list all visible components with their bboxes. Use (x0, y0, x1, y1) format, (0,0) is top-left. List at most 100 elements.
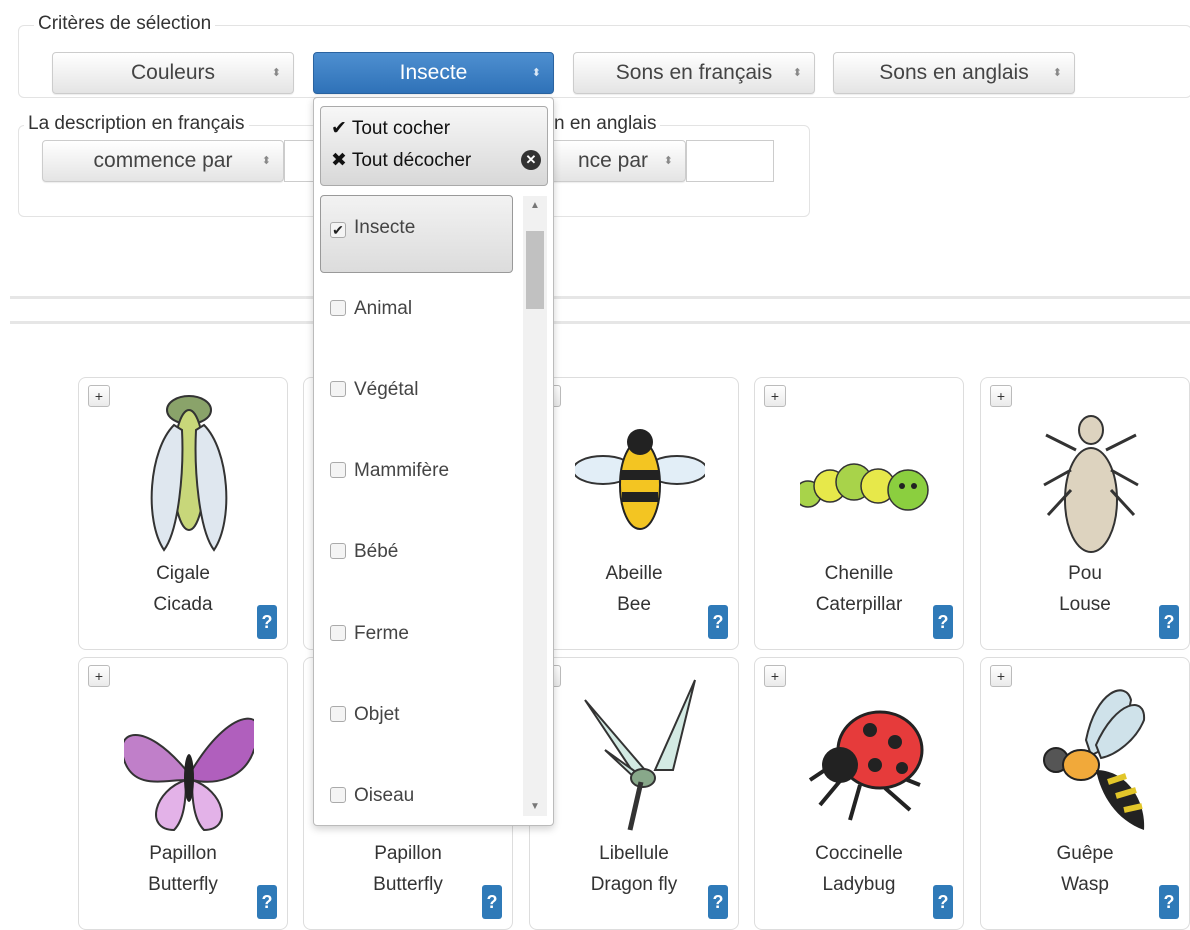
card-name-fr: Abeille (605, 563, 663, 584)
cross-icon: ✖ (331, 150, 347, 171)
card-name-en: Butterfly (373, 874, 443, 895)
sons-anglais-select[interactable]: Sons en anglais ⬍ (833, 52, 1075, 94)
option-animal[interactable]: Animal (330, 298, 412, 320)
checkbox[interactable] (330, 543, 346, 559)
card-name-en: Wasp (1061, 874, 1109, 895)
cicada-icon (150, 395, 228, 552)
checkbox[interactable] (330, 462, 346, 478)
uncheck-all-button[interactable]: ✖ Tout décocher (331, 149, 471, 173)
wasp-icon (1043, 689, 1146, 830)
uncheck-all-label: Tout décocher (351, 150, 472, 171)
card-name-en: Caterpillar (815, 594, 903, 615)
help-button[interactable]: ? (1159, 885, 1179, 919)
card-name-fr: Cigale (156, 563, 210, 584)
card-name-en: Butterfly (148, 874, 218, 895)
couleurs-select[interactable]: Couleurs ⬍ (52, 52, 294, 94)
option-label: Objet (354, 704, 400, 725)
description-en-select[interactable]: nce par ⬍ (540, 140, 686, 182)
description-fr-select[interactable]: commence par ⬍ (42, 140, 284, 182)
checkbox[interactable] (330, 300, 346, 316)
option-label: Bébé (354, 541, 399, 562)
insecte-select-label: Insecte (399, 61, 468, 84)
scroll-down-icon[interactable]: ▼ (523, 801, 547, 812)
check-all-button[interactable]: ✔ Tout cocher (331, 117, 450, 141)
separator-line (10, 321, 1190, 324)
card-name-fr: Papillon (149, 843, 217, 864)
checkbox[interactable] (330, 706, 346, 722)
card-cigale[interactable]: + Cigale Cicada ? (78, 377, 288, 650)
option-label: Animal (354, 298, 413, 319)
card-chenille[interactable]: + Chenille Caterpillar ? (754, 377, 964, 650)
ladybug-icon (808, 710, 924, 821)
card-name-en: Cicada (153, 594, 213, 615)
card-papillon[interactable]: + Papillon Butterfly ? (78, 657, 288, 930)
card-pou[interactable]: + Pou Louse ? (980, 377, 1190, 650)
option-label: Végétal (354, 379, 419, 400)
help-button[interactable]: ? (257, 885, 277, 919)
sons-francais-select[interactable]: Sons en français ⬍ (573, 52, 815, 94)
description-en-input[interactable] (686, 140, 774, 182)
help-button[interactable]: ? (708, 885, 728, 919)
sort-arrows-icon: ⬍ (271, 67, 281, 79)
sort-arrows-icon: ⬍ (1052, 67, 1062, 79)
option-objet[interactable]: Objet (330, 704, 399, 726)
check-all-label: Tout cocher (351, 118, 451, 139)
checkbox[interactable] (330, 625, 346, 641)
card-libellule[interactable]: + Libellule Dragon fly ? (529, 657, 739, 930)
sort-arrows-icon: ⬍ (261, 155, 271, 167)
criteria-legend: Critères de sélection (34, 13, 216, 35)
option-label: Insecte (354, 217, 416, 238)
help-button[interactable]: ? (482, 885, 502, 919)
sort-arrows-icon: ⬍ (531, 67, 541, 79)
plus-button[interactable]: + (88, 385, 110, 407)
sons-francais-label: Sons en français (615, 61, 773, 84)
dragonfly-icon (584, 679, 696, 831)
sort-arrows-icon: ⬍ (792, 67, 802, 79)
help-button[interactable]: ? (708, 605, 728, 639)
card-name-fr: Papillon (374, 843, 442, 864)
insecte-select[interactable]: Insecte ⬍ (313, 52, 554, 94)
checkmark-icon: ✔ (331, 118, 347, 139)
card-name-en: Louse (1059, 594, 1111, 615)
description-fr-legend: La description en français (24, 113, 249, 135)
checkbox[interactable] (330, 787, 346, 803)
option-ferme[interactable]: Ferme (330, 623, 409, 645)
scrollbar-thumb[interactable] (526, 231, 544, 309)
option-label: Ferme (354, 623, 409, 644)
card-name-en: Ladybug (822, 874, 896, 895)
help-button[interactable]: ? (933, 885, 953, 919)
plus-button[interactable]: + (764, 385, 786, 407)
help-button[interactable]: ? (1159, 605, 1179, 639)
card-name-fr: Guêpe (1056, 843, 1114, 864)
caterpillar-icon (800, 463, 929, 511)
card-abeille[interactable]: + Abeille Bee ? (529, 377, 739, 650)
help-button[interactable]: ? (257, 605, 277, 639)
checkbox[interactable] (330, 381, 346, 397)
couleurs-select-label: Couleurs (130, 61, 216, 84)
plus-button[interactable]: + (764, 665, 786, 687)
card-name-fr: Chenille (824, 563, 894, 584)
sort-arrows-icon: ⬍ (663, 155, 673, 167)
plus-button[interactable]: + (990, 665, 1012, 687)
help-button[interactable]: ? (933, 605, 953, 639)
plus-button[interactable]: + (990, 385, 1012, 407)
dropdown-header: ✔ Tout cocher ✖ Tout décocher ✕ (320, 106, 548, 186)
checkbox-checked[interactable]: ✔ (330, 222, 346, 238)
description-en-select-label: nce par (577, 149, 649, 172)
option-vegetal[interactable]: Végétal (330, 379, 418, 401)
card-name-fr: Coccinelle (815, 843, 903, 864)
dropdown-scrollbar[interactable]: ▲ ▼ (523, 196, 547, 816)
card-coccinelle[interactable]: + Coccinelle Ladybug ? (754, 657, 964, 930)
separator-line (10, 296, 1190, 299)
scroll-up-icon[interactable]: ▲ (523, 200, 547, 211)
close-icon[interactable]: ✕ (521, 150, 541, 170)
option-oiseau[interactable]: Oiseau (330, 785, 414, 807)
plus-button[interactable]: + (88, 665, 110, 687)
option-label: Mammifère (354, 460, 450, 481)
option-insecte[interactable]: ✔ Insecte (330, 217, 415, 239)
category-dropdown-panel: ✔ Tout cocher ✖ Tout décocher ✕ ✔ Insecte… (313, 97, 554, 826)
card-guepe[interactable]: + Guêpe Wasp ? (980, 657, 1190, 930)
louse-icon (1043, 415, 1139, 553)
option-mammifere[interactable]: Mammifère (330, 460, 449, 482)
option-bebe[interactable]: Bébé (330, 541, 398, 563)
